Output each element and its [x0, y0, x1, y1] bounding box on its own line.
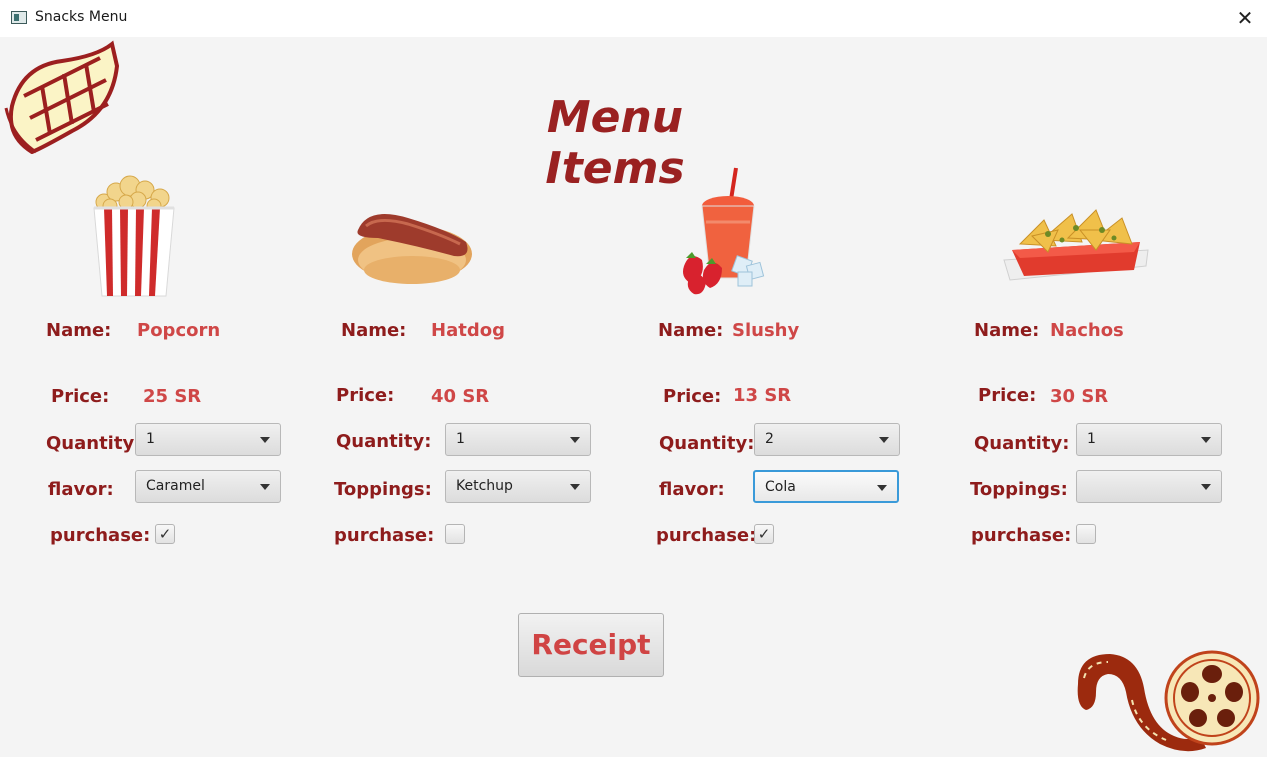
chevron-down-icon: [260, 484, 270, 490]
chevron-down-icon: [1201, 484, 1211, 490]
name-label: Name:: [341, 320, 407, 341]
toppings-select[interactable]: [1076, 470, 1222, 503]
flavor-value: Cola: [765, 479, 796, 495]
name-label: Name:: [974, 320, 1040, 341]
name-label: Name:: [46, 320, 112, 341]
hotdog-image: [352, 214, 472, 284]
item-price: 40 SR: [431, 386, 490, 407]
chevron-down-icon: [877, 485, 887, 491]
item-price: 13 SR: [733, 385, 792, 406]
price-label: Price:: [978, 385, 1037, 406]
quantity-value: 1: [146, 431, 155, 447]
nachos-image: [1003, 209, 1149, 281]
flavor-label: flavor:: [659, 479, 725, 500]
chevron-down-icon: [879, 437, 889, 443]
purchase-label: purchase:: [656, 525, 757, 546]
purchase-checkbox[interactable]: [1076, 524, 1096, 544]
toppings-select[interactable]: Ketchup: [445, 470, 591, 503]
name-label: Name:: [658, 320, 724, 341]
quantity-value: 1: [456, 431, 465, 447]
item-name: Slushy: [732, 320, 800, 341]
price-label: Price:: [51, 386, 110, 407]
purchase-checkbox[interactable]: ✓: [155, 524, 175, 544]
slushy-image: [683, 167, 765, 295]
purchase-checkbox[interactable]: [445, 524, 465, 544]
chevron-down-icon: [260, 437, 270, 443]
item-price: 30 SR: [1050, 386, 1109, 407]
purchase-label: purchase:: [971, 525, 1072, 546]
item-price: 25 SR: [143, 386, 202, 407]
chevron-down-icon: [570, 484, 580, 490]
item-name: Hatdog: [431, 320, 505, 341]
chevron-down-icon: [1201, 437, 1211, 443]
purchase-checkbox[interactable]: ✓: [754, 524, 774, 544]
flavor-select[interactable]: Caramel: [135, 470, 281, 503]
price-label: Price:: [336, 385, 395, 406]
price-label: Price:: [663, 386, 722, 407]
quantity-select[interactable]: 1: [445, 423, 591, 456]
item-name: Nachos: [1050, 320, 1124, 341]
quantity-select[interactable]: 2: [754, 423, 900, 456]
flavor-label: flavor:: [48, 479, 114, 500]
window-title: Snacks Menu: [35, 9, 128, 25]
chevron-down-icon: [570, 437, 580, 443]
quantity-label: Quantity:: [659, 433, 755, 454]
quantity-label: Quantity:: [974, 433, 1070, 454]
quantity-select[interactable]: 1: [1076, 423, 1222, 456]
film-strip-icon: [4, 40, 120, 154]
quantity-value: 1: [1087, 431, 1096, 447]
quantity-select[interactable]: 1: [135, 423, 281, 456]
toppings-value: Ketchup: [456, 478, 513, 494]
purchase-label: purchase:: [334, 525, 435, 546]
quantity-value: 2: [765, 431, 774, 447]
receipt-button[interactable]: Receipt: [518, 613, 664, 677]
flavor-value: Caramel: [146, 478, 205, 494]
title-bar: Snacks Menu ✕: [0, 0, 1267, 37]
toppings-label: Toppings:: [970, 479, 1068, 500]
toppings-label: Toppings:: [334, 479, 432, 500]
popcorn-image: [93, 175, 175, 297]
item-name: Popcorn: [137, 320, 221, 341]
quantity-label: Quantity:: [46, 433, 142, 454]
close-icon[interactable]: ✕: [1233, 4, 1257, 32]
flavor-select[interactable]: Cola: [753, 470, 899, 503]
quantity-label: Quantity:: [336, 431, 432, 452]
purchase-label: purchase:: [50, 525, 151, 546]
app-window-icon: [11, 11, 27, 24]
film-reel-icon: [1077, 650, 1260, 752]
